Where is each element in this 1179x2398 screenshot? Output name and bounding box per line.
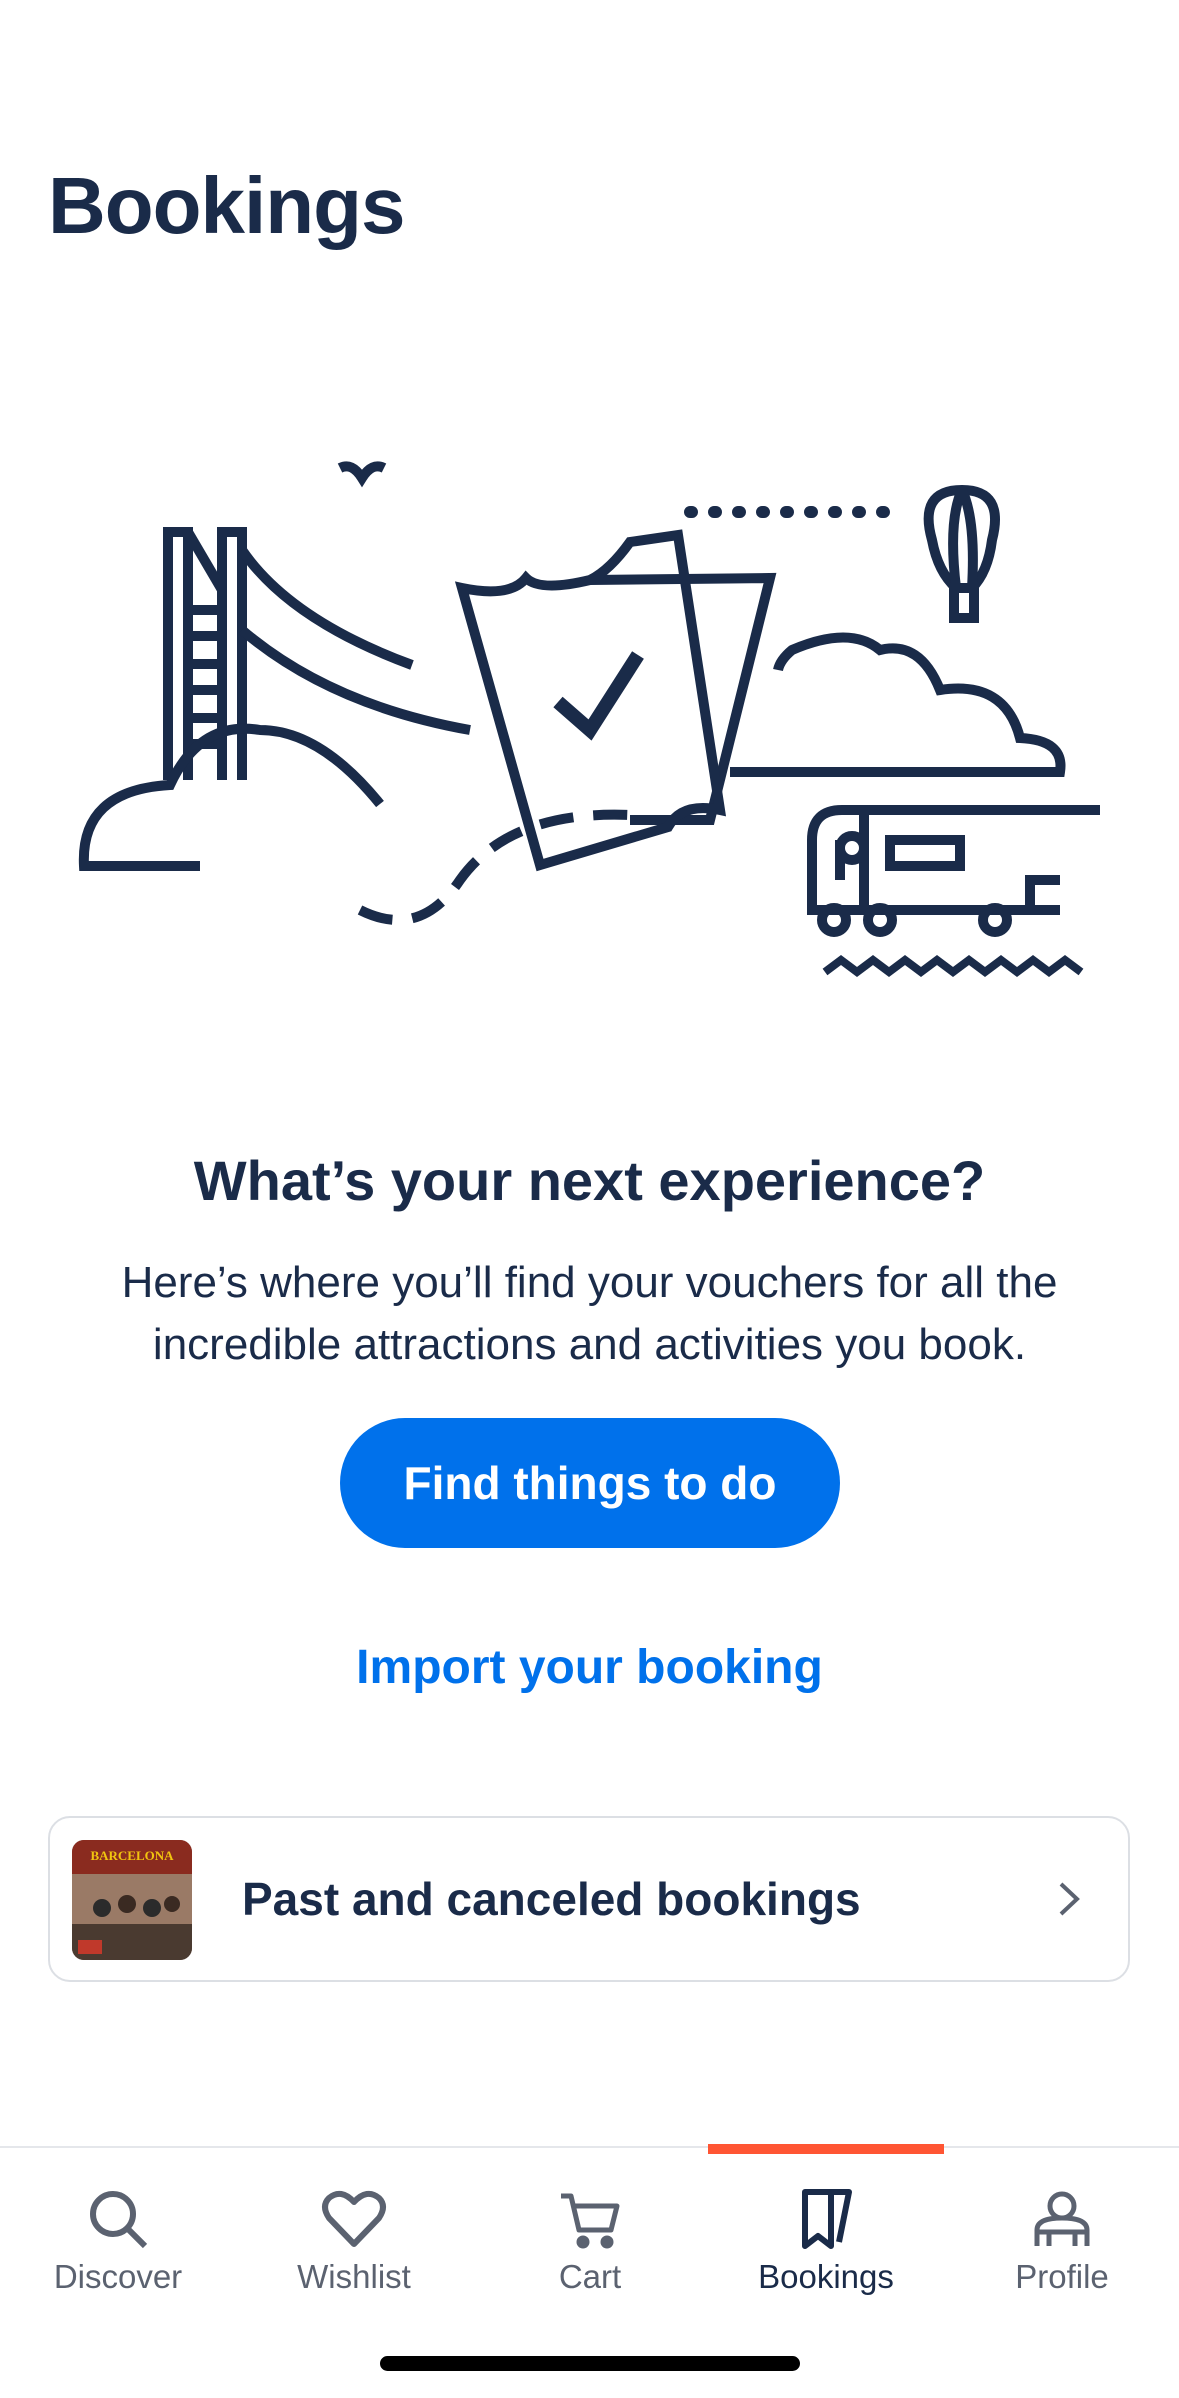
empty-state-heading: What’s your next experience?	[193, 1149, 986, 1212]
heart-icon	[322, 2190, 386, 2247]
page-title: Bookings	[48, 161, 405, 250]
dashed-path	[357, 809, 631, 925]
tab-wishlist[interactable]: Wishlist	[236, 2148, 472, 2338]
tab-label: Profile	[1015, 2258, 1109, 2295]
bookings-illustration	[78, 461, 1100, 977]
bird-icon	[337, 461, 387, 488]
chevron-right-icon	[1059, 1882, 1080, 1916]
tab-profile[interactable]: Profile	[944, 2148, 1179, 2338]
search-icon	[90, 2191, 148, 2249]
profile-icon	[1034, 2191, 1090, 2246]
tab-label: Discover	[53, 2258, 183, 2295]
svg-text:BARCELONA: BARCELONA	[90, 1848, 174, 1863]
cloud-right	[730, 632, 1066, 777]
tab-bookings[interactable]: Bookings	[708, 2148, 944, 2338]
empty-state-description: Here’s where you’ll find your vouchers f…	[121, 1258, 1058, 1369]
past-canceled-bookings-label: Past and canceled bookings	[242, 1873, 861, 1925]
past-canceled-bookings-row[interactable]: BARCELONA Past and canceled bookings	[48, 1816, 1130, 1982]
cart-icon	[561, 2193, 620, 2249]
waves	[822, 955, 1084, 977]
balloon-icon	[923, 484, 1000, 623]
booking-thumbnail: BARCELONA	[72, 1840, 192, 1960]
home-indicator[interactable]	[380, 2356, 800, 2371]
tab-label: Wishlist	[297, 2258, 411, 2295]
import-booking-link[interactable]: Import your booking	[0, 1640, 1179, 1695]
cloud-left	[78, 723, 384, 871]
tab-label: Bookings	[758, 2258, 894, 2295]
tickets-icon	[802, 2189, 852, 2249]
tab-label: Cart	[558, 2258, 622, 2295]
find-things-to-do-button[interactable]: Find things to do	[340, 1418, 840, 1548]
train-icon	[807, 805, 1100, 937]
tab-discover[interactable]: Discover	[0, 2148, 236, 2338]
tab-cart[interactable]: Cart	[472, 2148, 708, 2338]
